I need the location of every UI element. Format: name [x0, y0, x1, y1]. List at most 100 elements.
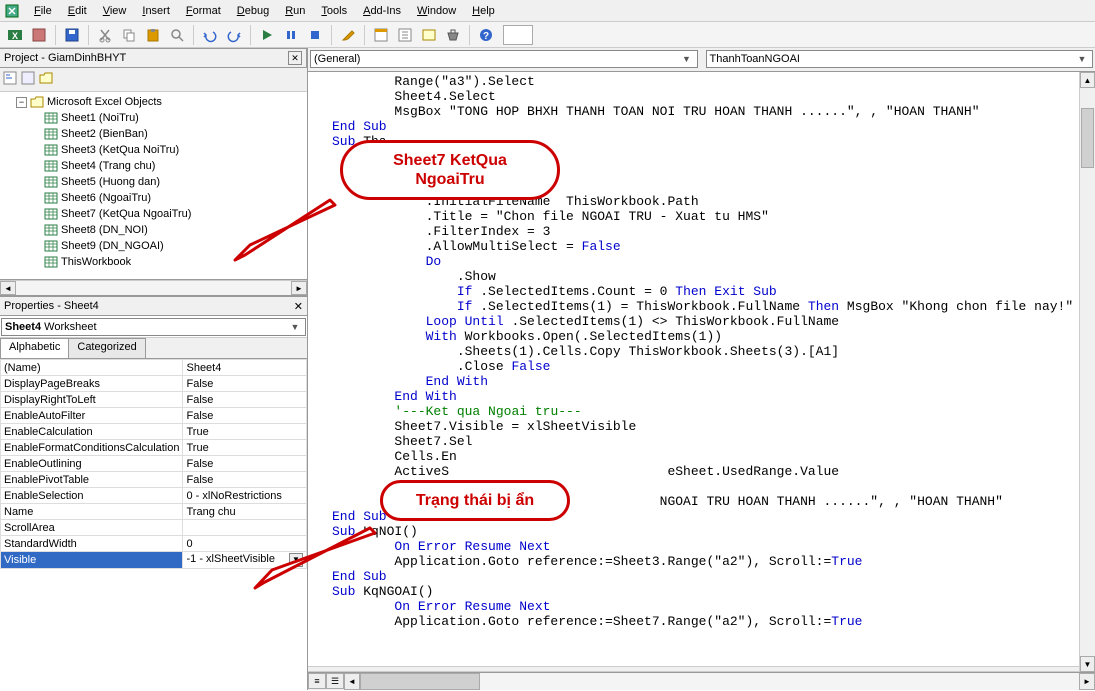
property-row[interactable]: NameTrang chu — [1, 504, 307, 520]
scroll-right-icon[interactable]: ► — [1079, 673, 1095, 690]
properties-icon[interactable] — [394, 24, 416, 46]
property-value[interactable]: -1 - xlSheetVisible▼ — [183, 552, 307, 569]
tree-folder-label: Microsoft Excel Objects — [47, 96, 162, 108]
scroll-thumb[interactable] — [360, 673, 480, 690]
scroll-down-icon[interactable]: ▼ — [1080, 656, 1095, 672]
menu-help[interactable]: Help — [464, 3, 503, 19]
scroll-left-icon[interactable]: ◄ — [344, 673, 360, 690]
property-value[interactable]: 0 — [183, 536, 307, 552]
scroll-up-icon[interactable]: ▲ — [1080, 72, 1095, 88]
property-row[interactable]: (Name)Sheet4 — [1, 360, 307, 376]
scroll-left-icon[interactable]: ◄ — [0, 281, 16, 295]
tree-sheet-item[interactable]: Sheet4 (Trang chu) — [2, 158, 305, 174]
tree-sheet-item[interactable]: Sheet7 (KetQua NgoaiTru) — [2, 206, 305, 222]
property-value[interactable]: Sheet4 — [183, 360, 307, 376]
tree-sheet-item[interactable]: ThisWorkbook — [2, 254, 305, 270]
cut-icon[interactable] — [94, 24, 116, 46]
properties-panel-close-icon[interactable]: ✕ — [294, 300, 303, 313]
tab-categorized[interactable]: Categorized — [68, 338, 145, 358]
scroll-thumb[interactable] — [1081, 108, 1094, 168]
properties-grid[interactable]: (Name)Sheet4DisplayPageBreaksFalseDispla… — [0, 358, 307, 690]
scroll-right-icon[interactable]: ► — [291, 281, 307, 295]
break-icon[interactable] — [280, 24, 302, 46]
full-module-view-icon[interactable]: ☰ — [326, 673, 344, 689]
tree-sheet-item[interactable]: Sheet3 (KetQua NoiTru) — [2, 142, 305, 158]
help-search-input[interactable] — [503, 25, 533, 45]
undo-icon[interactable] — [199, 24, 221, 46]
property-row[interactable]: Visible-1 - xlSheetVisible▼ — [1, 552, 307, 569]
menu-edit[interactable]: Edit — [60, 3, 95, 19]
menu-run[interactable]: Run — [277, 3, 313, 19]
menu-window[interactable]: Window — [409, 3, 464, 19]
property-row[interactable]: EnableOutliningFalse — [1, 456, 307, 472]
view-code-icon[interactable] — [2, 70, 18, 89]
property-value[interactable]: False — [183, 376, 307, 392]
view-object-icon[interactable] — [20, 70, 36, 89]
code-vscroll[interactable]: ▲ ▼ — [1079, 72, 1095, 672]
copy-icon[interactable] — [118, 24, 140, 46]
property-row[interactable]: DisplayPageBreaksFalse — [1, 376, 307, 392]
dropdown-icon[interactable]: ▼ — [289, 553, 303, 567]
property-value[interactable]: False — [183, 472, 307, 488]
object-browser-icon[interactable] — [418, 24, 440, 46]
code-header: (General) ▼ ThanhToanNGOAI ▼ — [308, 48, 1095, 72]
property-value[interactable]: False — [183, 408, 307, 424]
tree-sheet-item[interactable]: Sheet5 (Huong dan) — [2, 174, 305, 190]
dropdown-icon[interactable]: ▼ — [1075, 54, 1089, 64]
redo-icon[interactable] — [223, 24, 245, 46]
design-mode-icon[interactable] — [337, 24, 359, 46]
project-explorer-icon[interactable] — [370, 24, 392, 46]
property-row[interactable]: StandardWidth0 — [1, 536, 307, 552]
dropdown-icon[interactable]: ▼ — [680, 54, 694, 64]
save-icon[interactable] — [61, 24, 83, 46]
collapse-icon[interactable]: − — [16, 97, 27, 108]
menu-debug[interactable]: Debug — [229, 3, 277, 19]
property-value[interactable] — [183, 520, 307, 536]
help-icon[interactable]: ? — [475, 24, 497, 46]
menu-view[interactable]: View — [95, 3, 135, 19]
procedure-view-icon[interactable]: ≡ — [308, 673, 326, 689]
property-row[interactable]: EnableCalculationTrue — [1, 424, 307, 440]
property-row[interactable]: ScrollArea — [1, 520, 307, 536]
tree-sheet-item[interactable]: Sheet9 (DN_NGOAI) — [2, 238, 305, 254]
tree-sheet-item[interactable]: Sheet8 (DN_NOI) — [2, 222, 305, 238]
tab-alphabetic[interactable]: Alphabetic — [0, 338, 69, 358]
project-tree[interactable]: − Microsoft Excel Objects Sheet1 (NoiTru… — [0, 92, 307, 280]
property-row[interactable]: EnableAutoFilterFalse — [1, 408, 307, 424]
toolbox-icon[interactable] — [442, 24, 464, 46]
tree-sheet-item[interactable]: Sheet2 (BienBan) — [2, 126, 305, 142]
property-row[interactable]: DisplayRightToLeftFalse — [1, 392, 307, 408]
property-value[interactable]: True — [183, 424, 307, 440]
find-icon[interactable] — [166, 24, 188, 46]
menu-tools[interactable]: Tools — [313, 3, 355, 19]
menu-insert[interactable]: Insert — [134, 3, 178, 19]
property-value[interactable]: False — [183, 456, 307, 472]
property-row[interactable]: EnablePivotTableFalse — [1, 472, 307, 488]
menu-add-ins[interactable]: Add-Ins — [355, 3, 409, 19]
paste-icon[interactable] — [142, 24, 164, 46]
menu-format[interactable]: Format — [178, 3, 229, 19]
property-value[interactable]: True — [183, 440, 307, 456]
code-hscroll[interactable]: ≡ ☰ ◄ ► — [308, 672, 1095, 690]
procedure-combo[interactable]: ThanhToanNGOAI ▼ — [706, 50, 1094, 68]
tree-sheet-item[interactable]: Sheet6 (NgoaiTru) — [2, 190, 305, 206]
run-icon[interactable] — [256, 24, 278, 46]
code-editor[interactable]: Range("a3").Select Sheet4.Select MsgBox … — [308, 72, 1095, 666]
toggle-folders-icon[interactable] — [38, 70, 54, 89]
reset-icon[interactable] — [304, 24, 326, 46]
menu-file[interactable]: File — [26, 3, 60, 19]
insert-module-icon[interactable] — [28, 24, 50, 46]
properties-object-combo[interactable]: Sheet4 Worksheet ▼ — [1, 318, 306, 336]
property-value[interactable]: False — [183, 392, 307, 408]
property-value[interactable]: 0 - xlNoRestrictions — [183, 488, 307, 504]
object-combo[interactable]: (General) ▼ — [310, 50, 698, 68]
dropdown-icon[interactable]: ▼ — [288, 322, 302, 332]
tree-sheet-item[interactable]: Sheet1 (NoiTru) — [2, 110, 305, 126]
property-row[interactable]: EnableSelection0 - xlNoRestrictions — [1, 488, 307, 504]
property-row[interactable]: EnableFormatConditionsCalculationTrue — [1, 440, 307, 456]
property-value[interactable]: Trang chu — [183, 504, 307, 520]
tree-hscroll[interactable]: ◄ ► — [0, 280, 307, 296]
project-panel-close-icon[interactable]: ✕ — [288, 51, 302, 65]
excel-icon[interactable]: X — [4, 24, 26, 46]
tree-folder[interactable]: − Microsoft Excel Objects — [2, 94, 305, 110]
